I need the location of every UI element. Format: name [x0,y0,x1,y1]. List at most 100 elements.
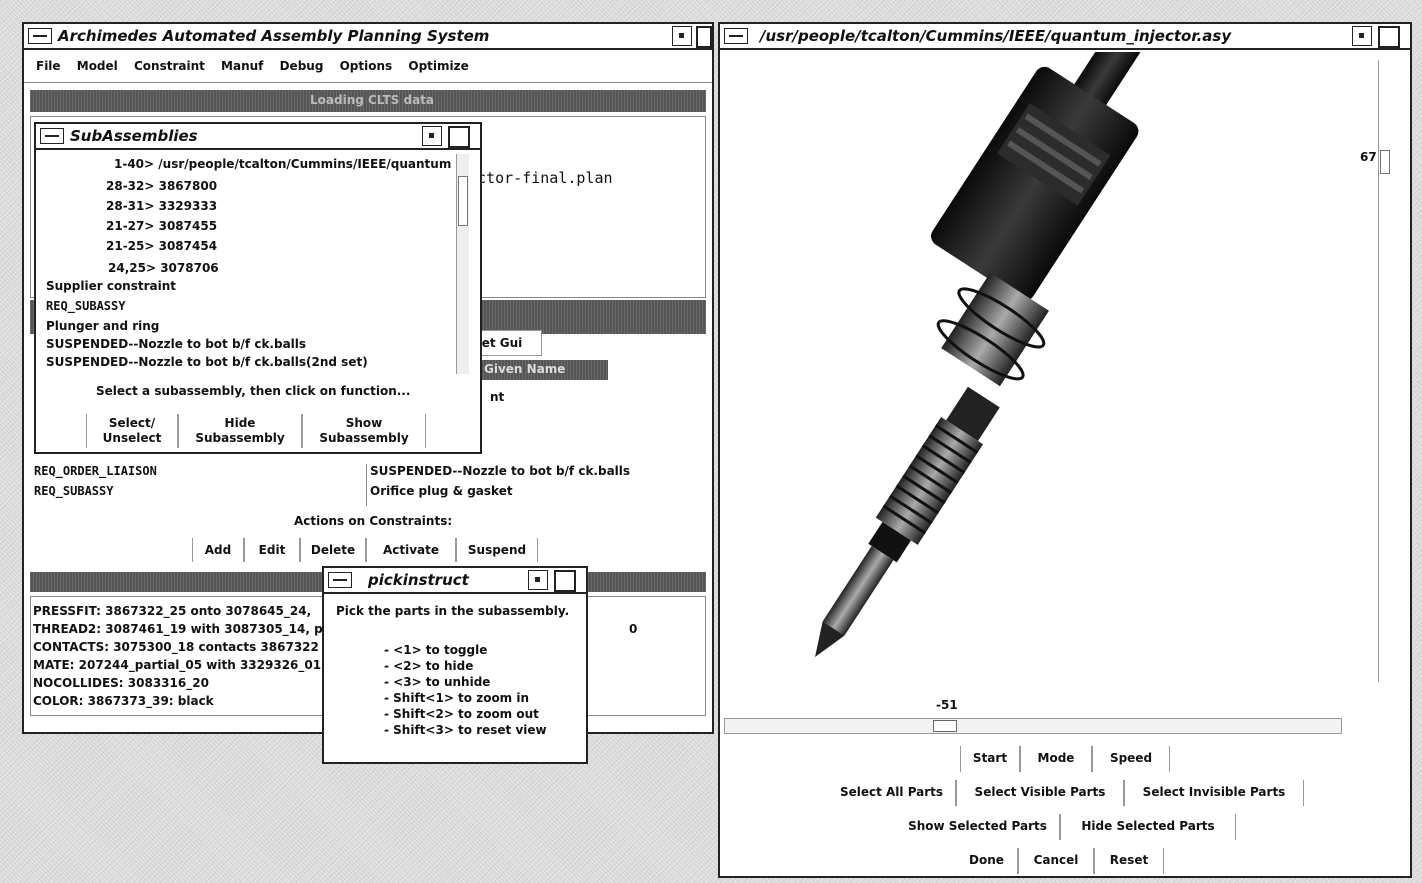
subassembly-scrollbar[interactable] [456,154,469,374]
viewer-title: /usr/people/tcalton/Cummins/IEEE/quantum… [760,27,1232,45]
given-name-label: Given Name [484,362,566,376]
pick-instruction: - <2> to hide [384,659,474,673]
button-line: Hide [224,416,256,430]
list-item[interactable]: Plunger and ring [46,318,159,334]
maximize-icon[interactable] [1378,26,1400,48]
button-line: Unselect [102,431,162,445]
plan-file-name: jector-final.plan [459,169,613,187]
window-menu-icon[interactable] [40,128,64,144]
list-item[interactable]: 28-32> 3867800 [106,178,217,194]
start-button[interactable]: Start [960,746,1020,772]
show-subassembly-button[interactable]: Show Subassembly [302,414,426,448]
button-line: Subassembly [319,431,409,445]
log-line: CONTACTS: 3075300_18 contacts 3867322 [33,640,319,654]
subassemblies-window: SubAssemblies 1-40> /usr/people/tcalton/… [34,122,482,454]
minimize-icon[interactable] [672,26,692,46]
minimize-icon[interactable] [528,570,548,590]
actions-label: Actions on Constraints: [294,514,453,528]
log-line: COLOR: 3867373_39: black [33,694,214,708]
select-visible-parts-button[interactable]: Select Visible Parts [956,780,1124,806]
pick-heading: Pick the parts in the subassembly. [336,604,570,618]
list-item[interactable]: SUSPENDED--Nozzle to bot b/f ck.balls(2n… [46,354,368,370]
add-button[interactable]: Add [192,538,244,562]
hide-subassembly-button[interactable]: Hide Subassembly [178,414,302,448]
menu-file[interactable]: File [36,59,61,73]
minimize-icon[interactable] [1352,26,1372,46]
button-line: Subassembly [195,431,285,445]
select-unselect-button[interactable]: Select/ Unselect [86,414,178,448]
pick-instruction: - Shift<2> to zoom out [384,707,539,721]
main-titlebar[interactable]: Archimedes Automated Assembly Planning S… [24,24,712,50]
subassemblies-titlebar[interactable]: SubAssemblies [36,124,480,150]
select-invisible-parts-button[interactable]: Select Invisible Parts [1124,780,1304,806]
log-line: PRESSFIT: 3867322_25 onto 3078645_24, [33,604,312,618]
select-all-parts-button[interactable]: Select All Parts [828,780,956,806]
list-item[interactable]: 21-27> 3087455 [106,218,217,234]
constraint-type: REQ_ORDER_LIAISON [34,464,157,478]
window-menu-icon[interactable] [724,28,748,44]
menu-manuf[interactable]: Manuf [221,59,263,73]
log-line: MATE: 207244_partial_05 with 3329326_01 [33,658,322,672]
log-line: THREAD2: 3087461_19 with 3087305_14, p [33,622,323,636]
reset-button[interactable]: Reset [1094,848,1164,874]
scroll-thumb[interactable] [458,176,468,226]
list-item[interactable]: Supplier constraint [46,278,176,294]
log-line: NOCOLLIDES: 3083316_20 [33,676,209,690]
list-item[interactable]: SUSPENDED--Nozzle to bot b/f ck.balls [46,336,306,352]
menu-options[interactable]: Options [340,59,393,73]
done-button[interactable]: Done [956,848,1018,874]
list-item[interactable]: 24,25> 3078706 [108,260,219,276]
menu-model[interactable]: Model [77,59,118,73]
mode-button[interactable]: Mode [1020,746,1092,772]
suspend-button[interactable]: Suspend [456,538,538,562]
maximize-icon[interactable] [448,126,470,148]
vertical-scroll-thumb[interactable] [1380,150,1390,174]
menu-debug[interactable]: Debug [280,59,324,73]
status-bar: Loading CLTS data [30,90,706,112]
pickinstruct-titlebar[interactable]: pickinstruct [324,568,586,594]
constraint-desc: Orifice plug & gasket [370,484,513,498]
cancel-button[interactable]: Cancel [1018,848,1094,874]
speed-button[interactable]: Speed [1092,746,1170,772]
nt-label: nt [490,390,505,404]
constraint-row[interactable]: REQ_SUBASSY Orifice plug & gasket [30,484,710,501]
maximize-icon[interactable] [554,570,576,592]
window-menu-icon[interactable] [28,28,52,44]
window-menu-icon[interactable] [328,572,352,588]
list-item[interactable]: 1-40> /usr/people/tcalton/Cummins/IEEE/q… [114,156,451,172]
viewer-window: /usr/people/tcalton/Cummins/IEEE/quantum… [718,22,1412,878]
pick-instruction: - <1> to toggle [384,643,488,657]
button-line: Show [345,416,383,430]
log-tail: 0 [629,622,638,636]
viewer-titlebar[interactable]: /usr/people/tcalton/Cummins/IEEE/quantum… [720,24,1410,50]
edit-button[interactable]: Edit [244,538,300,562]
pick-instruction: - Shift<3> to reset view [384,723,547,737]
constraint-row[interactable]: REQ_ORDER_LIAISON SUSPENDED--Nozzle to b… [30,464,710,481]
vertical-scrollbar[interactable] [1378,60,1391,682]
horizontal-value: -51 [936,698,958,712]
maximize-icon[interactable] [696,26,712,48]
subassembly-list[interactable]: 1-40> /usr/people/tcalton/Cummins/IEEE/q… [40,154,454,374]
hide-selected-parts-button[interactable]: Hide Selected Parts [1060,814,1236,840]
list-item[interactable]: 28-31> 3329333 [106,198,217,214]
menu-optimize[interactable]: Optimize [408,59,468,73]
menu-bar: File Model Constraint Manuf Debug Option… [24,50,712,83]
list-item[interactable]: 21-25> 3087454 [106,238,217,254]
horizontal-scroll-thumb[interactable] [933,720,957,732]
window-title: Archimedes Automated Assembly Planning S… [58,27,490,45]
status-text: Loading CLTS data [310,93,434,107]
pickinstruct-window: pickinstruct Pick the parts in the subas… [322,566,588,764]
list-item[interactable]: REQ_SUBASSY [46,298,125,314]
button-line: Select/ [108,416,156,430]
delete-button[interactable]: Delete [300,538,366,562]
constraint-list: REQ_ORDER_LIAISON SUSPENDED--Nozzle to b… [30,464,706,506]
menu-constraint[interactable]: Constraint [134,59,205,73]
constraint-type: REQ_SUBASSY [34,484,114,498]
activate-button[interactable]: Activate [366,538,456,562]
injector-3d-view[interactable] [724,52,1344,702]
show-selected-parts-button[interactable]: Show Selected Parts [896,814,1060,840]
constraint-desc: SUSPENDED--Nozzle to bot b/f ck.balls [370,464,631,478]
minimize-icon[interactable] [422,126,442,146]
horizontal-scrollbar[interactable] [724,718,1342,734]
given-name-header: Given Name [462,360,608,380]
